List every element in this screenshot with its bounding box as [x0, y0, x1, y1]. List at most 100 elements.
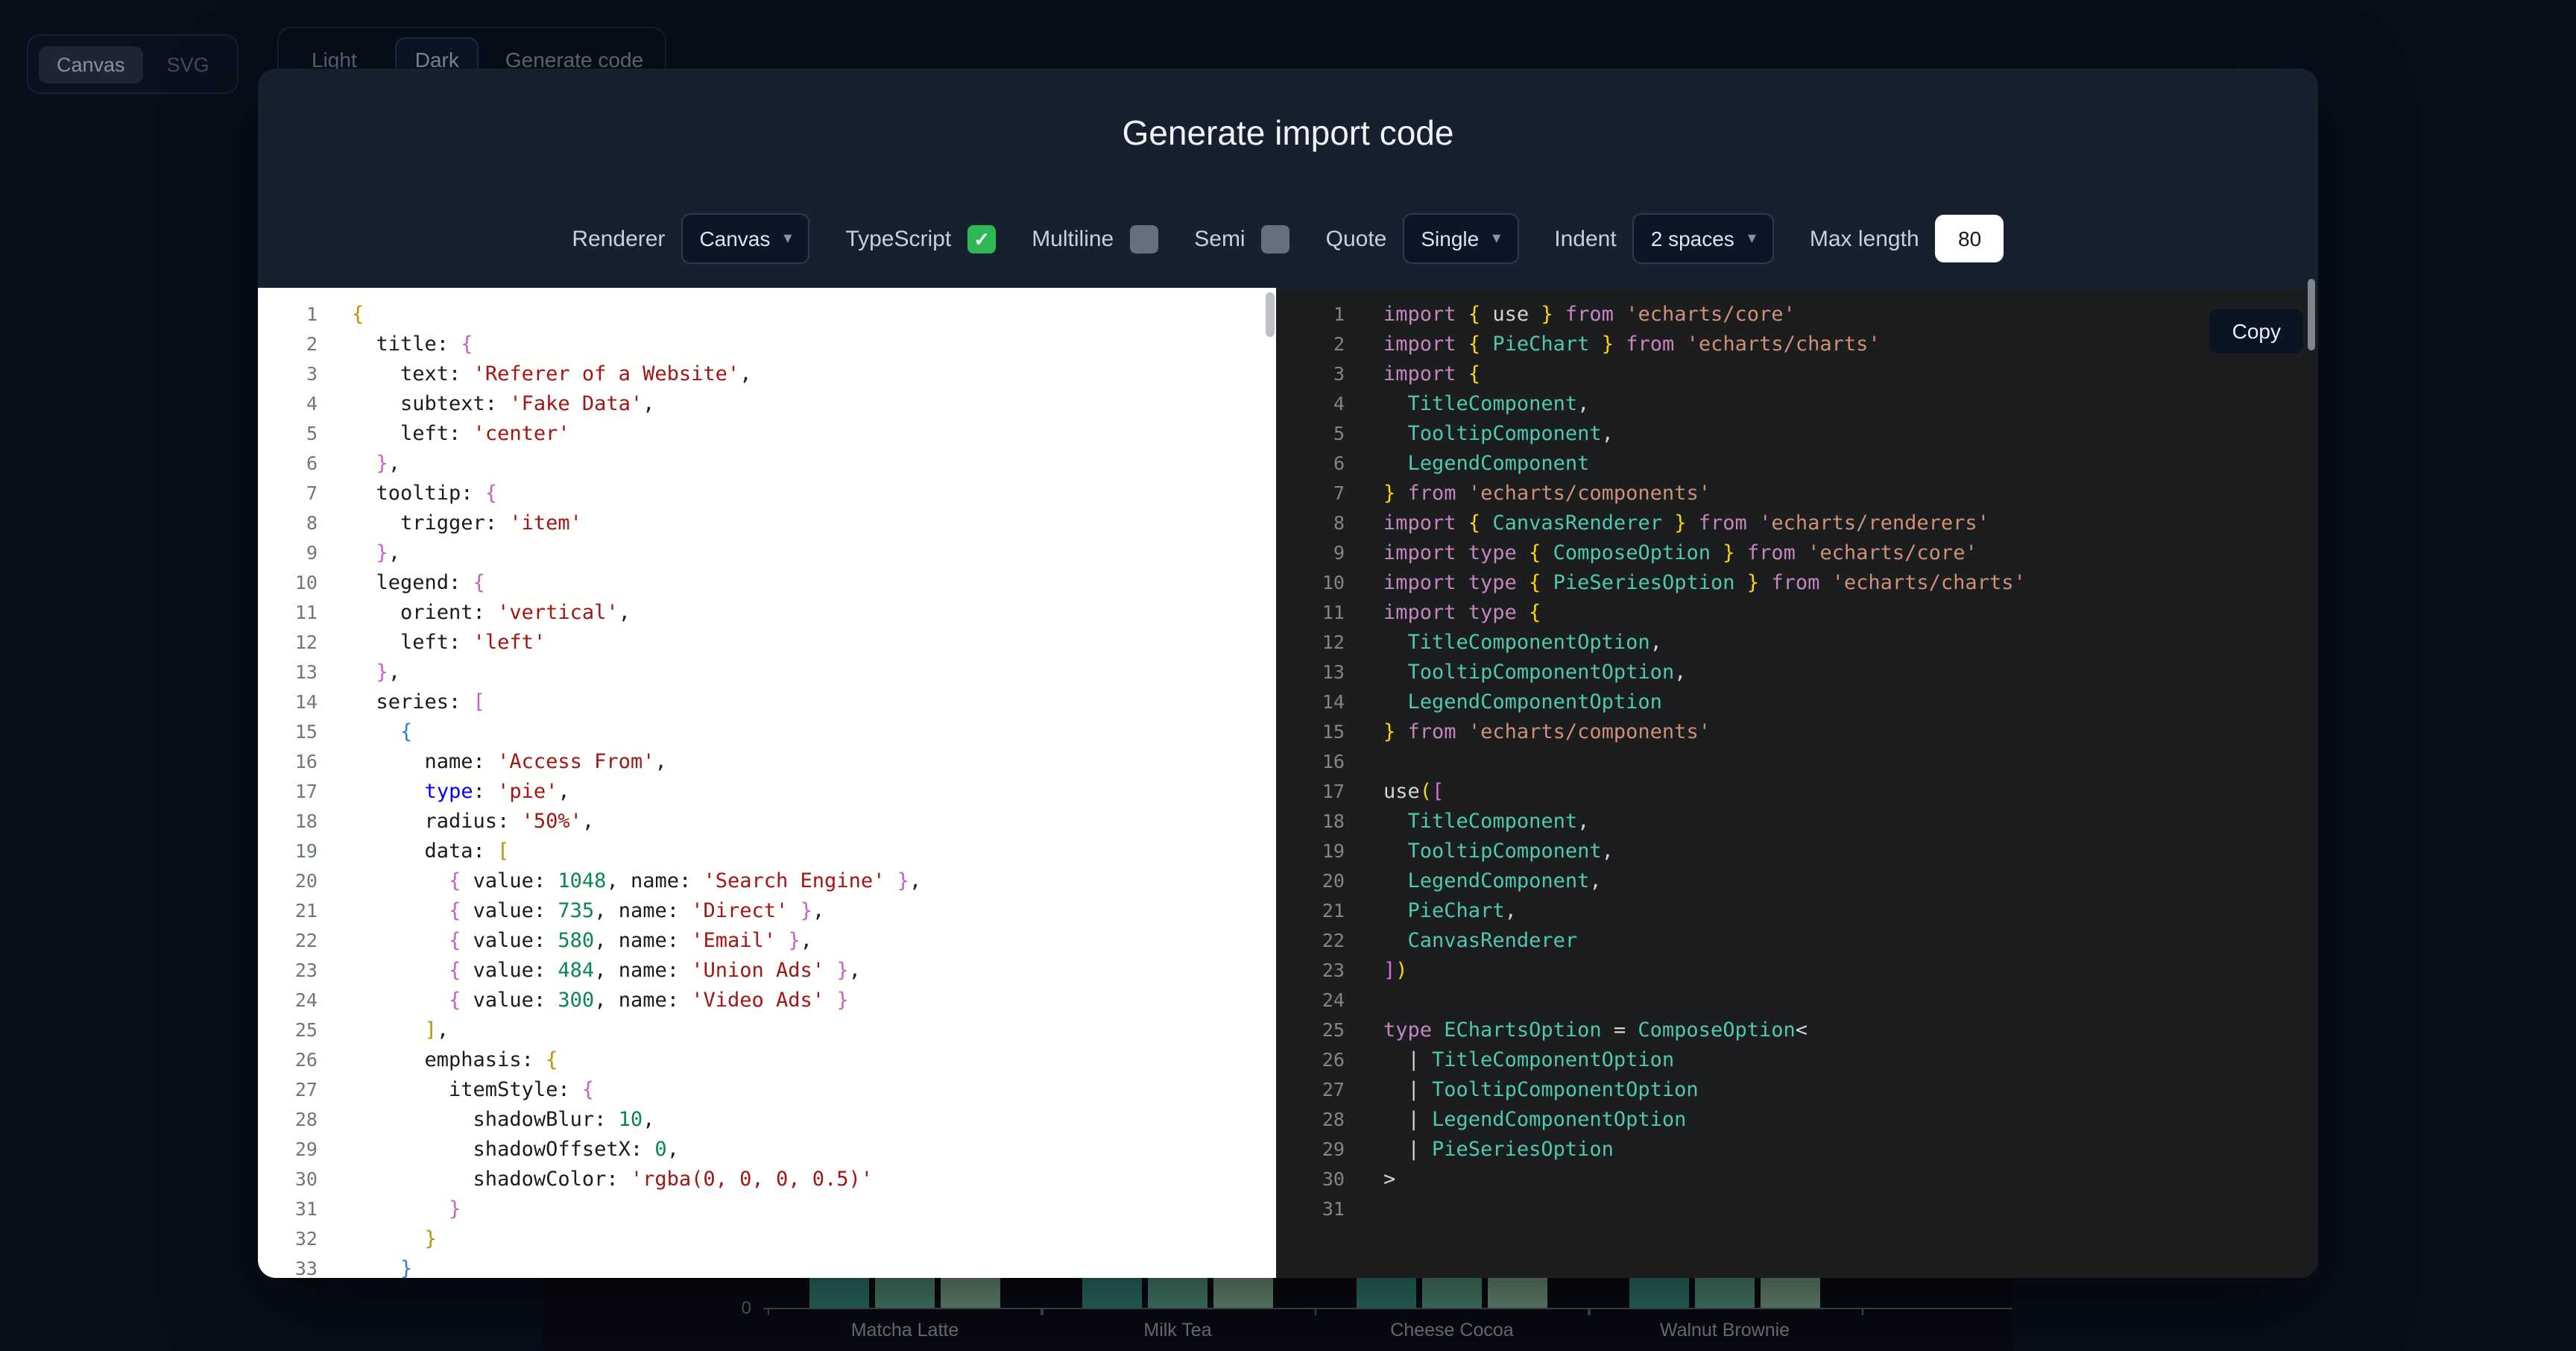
line-number: 16: [1276, 747, 1345, 777]
code-line: 30>: [1276, 1165, 2318, 1194]
modal-toolbar: Renderer Canvas ▾ TypeScript ✓ Multiline…: [258, 213, 2318, 264]
code-line: 23]): [1276, 956, 2318, 986]
line-number: 19: [1276, 837, 1345, 866]
code-line: 6 LegendComponent: [1276, 449, 2318, 479]
code-line: 8import { CanvasRenderer } from 'echarts…: [1276, 508, 2318, 538]
line-number: 11: [258, 598, 318, 628]
line-number: 2: [1276, 330, 1345, 359]
line-number: 9: [258, 538, 318, 568]
line-number: 10: [1276, 568, 1345, 598]
indent-select[interactable]: 2 spaces ▾: [1633, 213, 1774, 264]
line-number: 28: [258, 1105, 318, 1135]
copy-button[interactable]: Copy: [2210, 309, 2303, 353]
line-number: 24: [258, 986, 318, 1015]
left-editor-scrollbar[interactable]: [1266, 292, 1275, 337]
code-line: 17 type: 'pie',: [258, 777, 1276, 807]
line-number: 25: [258, 1015, 318, 1045]
line-number: 15: [258, 717, 318, 747]
code-line: 7} from 'echarts/components': [1276, 479, 2318, 508]
line-number: 15: [1276, 717, 1345, 747]
code-line: 28 shadowBlur: 10,: [258, 1105, 1276, 1135]
screen: Canvas SVG Light Dark Generate code 0 Ma…: [0, 0, 2576, 1351]
multiline-checkbox[interactable]: [1130, 224, 1158, 253]
line-number: 17: [1276, 777, 1345, 807]
chevron-down-icon: ▾: [783, 230, 792, 247]
line-number: 13: [1276, 658, 1345, 687]
line-number: 3: [258, 359, 318, 389]
code-line: 15 {: [258, 717, 1276, 747]
code-line: 28 | LegendComponentOption: [1276, 1105, 2318, 1135]
code-line: 14 series: [: [258, 687, 1276, 717]
typescript-checkbox[interactable]: ✓: [967, 224, 996, 253]
code-line: 19 TooltipComponent,: [1276, 837, 2318, 866]
code-line: 9 },: [258, 538, 1276, 568]
line-number: 1: [258, 300, 318, 330]
option-code-editor[interactable]: 1{2 title: {3 text: 'Referer of a Websit…: [258, 288, 1276, 1278]
code-line: 15} from 'echarts/components': [1276, 717, 2318, 747]
quote-select[interactable]: Single ▾: [1403, 213, 1518, 264]
semi-checkbox[interactable]: [1262, 224, 1290, 253]
check-icon: ✓: [973, 229, 990, 248]
code-line: 26 emphasis: {: [258, 1045, 1276, 1075]
line-number: 21: [258, 896, 318, 926]
line-number: 14: [258, 687, 318, 717]
code-line: 18 TitleComponent,: [1276, 807, 2318, 837]
line-number: 14: [1276, 687, 1345, 717]
code-line: 14 LegendComponentOption: [1276, 687, 2318, 717]
code-line: 32 }: [258, 1224, 1276, 1254]
indent-label: Indent: [1554, 226, 1616, 251]
line-number: 4: [258, 389, 318, 419]
line-number: 23: [1276, 956, 1345, 986]
code-line: 22 { value: 580, name: 'Email' },: [258, 926, 1276, 956]
line-number: 26: [1276, 1045, 1345, 1075]
code-line: 10import type { PieSeriesOption } from '…: [1276, 568, 2318, 598]
line-number: 31: [1276, 1194, 1345, 1224]
code-line: 5 TooltipComponent,: [1276, 419, 2318, 449]
line-number: 10: [258, 568, 318, 598]
line-number: 33: [258, 1254, 318, 1278]
modal-scrollbar[interactable]: [2308, 279, 2315, 350]
modal-title: Generate import code: [258, 113, 2318, 154]
renderer-select[interactable]: Canvas ▾: [681, 213, 809, 264]
line-number: 29: [258, 1135, 318, 1165]
line-number: 16: [258, 747, 318, 777]
code-line: 21 PieChart,: [1276, 896, 2318, 926]
code-line: 17use([: [1276, 777, 2318, 807]
max-length-input[interactable]: [1936, 215, 2004, 262]
code-line: 9import type { ComposeOption } from 'ech…: [1276, 538, 2318, 568]
code-line: 29 | PieSeriesOption: [1276, 1135, 2318, 1165]
line-number: 13: [258, 658, 318, 687]
code-line: 26 | TitleComponentOption: [1276, 1045, 2318, 1075]
code-line: 7 tooltip: {: [258, 479, 1276, 508]
code-line: 23 { value: 484, name: 'Union Ads' },: [258, 956, 1276, 986]
line-number: 27: [258, 1075, 318, 1105]
line-number: 2: [258, 330, 318, 359]
line-number: 30: [258, 1165, 318, 1194]
code-line: 16 name: 'Access From',: [258, 747, 1276, 777]
line-number: 31: [258, 1194, 318, 1224]
code-line: 3 text: 'Referer of a Website',: [258, 359, 1276, 389]
line-number: 6: [1276, 449, 1345, 479]
code-line: 16: [1276, 747, 2318, 777]
code-line: 5 left: 'center': [258, 419, 1276, 449]
generated-code-view[interactable]: 1import { use } from 'echarts/core'2impo…: [1276, 288, 2318, 1278]
chevron-down-icon: ▾: [1492, 230, 1500, 247]
code-line: 30 shadowColor: 'rgba(0, 0, 0, 0.5)': [258, 1165, 1276, 1194]
line-number: 1: [1276, 300, 1345, 330]
code-line: 25 ],: [258, 1015, 1276, 1045]
quote-label: Quote: [1326, 226, 1387, 251]
line-number: 24: [1276, 986, 1345, 1015]
code-line: 11import type {: [1276, 598, 2318, 628]
line-number: 27: [1276, 1075, 1345, 1105]
line-number: 17: [258, 777, 318, 807]
line-number: 22: [1276, 926, 1345, 956]
line-number: 28: [1276, 1105, 1345, 1135]
code-line: 12 TitleComponentOption,: [1276, 628, 2318, 658]
multiline-label: Multiline: [1032, 226, 1114, 251]
line-number: 12: [1276, 628, 1345, 658]
code-line: 3import {: [1276, 359, 2318, 389]
line-number: 21: [1276, 896, 1345, 926]
line-number: 20: [258, 866, 318, 896]
line-number: 18: [1276, 807, 1345, 837]
code-line: 6 },: [258, 449, 1276, 479]
